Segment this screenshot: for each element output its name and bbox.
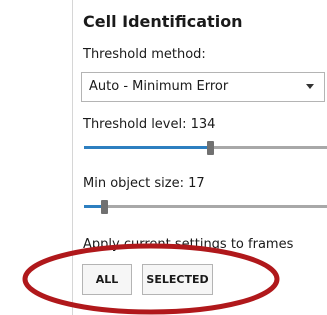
apply-all-button[interactable]: ALL [82,264,132,295]
slider-thumb[interactable] [207,141,214,155]
threshold-level-slider[interactable] [84,141,327,155]
cell-identification-panel: Cell Identification Threshold method: Au… [72,0,327,315]
apply-selected-button[interactable]: SELECTED [142,264,213,295]
panel-title: Cell Identification [83,12,243,31]
slider-thumb[interactable] [101,200,108,214]
threshold-method-label: Threshold method: [83,47,206,62]
apply-settings-label: Apply current settings to frames [83,237,294,252]
threshold-method-select[interactable]: Auto - Minimum Error [81,72,325,102]
min-object-size-slider[interactable] [84,200,327,214]
threshold-method-value: Auto - Minimum Error [89,79,229,94]
threshold-level-label: Threshold level: 134 [83,117,216,132]
slider-track [84,205,327,208]
min-object-size-label: Min object size: 17 [83,176,205,191]
chevron-down-icon [306,84,314,89]
screenshot: Cell Identification Threshold method: Au… [0,0,327,315]
slider-fill [84,146,210,149]
